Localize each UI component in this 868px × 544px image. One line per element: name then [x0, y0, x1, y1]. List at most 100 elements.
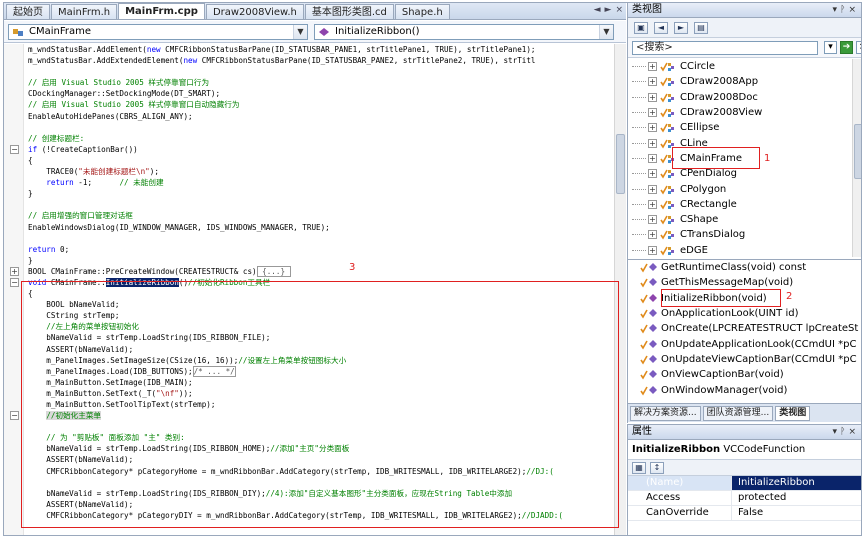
- expand-icon[interactable]: +: [648, 92, 657, 102]
- panel-tab-1[interactable]: 团队资源管理...: [702, 405, 774, 421]
- tree-item[interactable]: + eDGE: [628, 243, 852, 257]
- member-item[interactable]: GetRuntimeClass(void) const: [628, 260, 861, 275]
- code-token: //DJADD:(: [521, 510, 563, 520]
- scrollbar-thumb[interactable]: [616, 134, 625, 194]
- property-value[interactable]: protected: [732, 491, 786, 505]
- tree-item[interactable]: + CPenDialog: [628, 166, 852, 181]
- back-icon[interactable]: ◄: [654, 21, 668, 34]
- tab-5[interactable]: Shape.h: [394, 4, 450, 19]
- tab-navigation: ◄ ► ×: [594, 5, 623, 15]
- tab-0[interactable]: 起始页: [6, 4, 50, 19]
- alphabetical-icon[interactable]: ↕: [650, 461, 664, 474]
- expand-icon[interactable]: +: [648, 245, 657, 255]
- annotation-label-3: 3: [349, 262, 356, 273]
- member-item[interactable]: OnWindowManager(void): [628, 382, 861, 397]
- editor-vertical-scrollbar[interactable]: [614, 44, 626, 535]
- code-line: {: [28, 288, 614, 299]
- tree-item[interactable]: + CDraw2008App: [628, 74, 852, 89]
- tab-3[interactable]: Draw2008View.h: [205, 4, 304, 19]
- outline-collapse-icon[interactable]: −: [10, 278, 19, 287]
- expand-icon[interactable]: +: [648, 123, 657, 133]
- code-token: TRACE0(: [28, 167, 79, 177]
- member-item[interactable]: OnViewCaptionBar(void): [628, 367, 861, 382]
- tree-item[interactable]: + CMainFrame: [628, 151, 852, 166]
- categorized-icon[interactable]: ▦: [632, 461, 646, 474]
- tab-2[interactable]: MainFrm.cpp: [118, 3, 205, 19]
- code-line: bNameValid = strTemp.LoadString(IDS_RIBB…: [28, 488, 614, 499]
- member-item[interactable]: OnUpdateApplicationLook(CCmdUI *pC: [628, 336, 861, 351]
- tab-left-icon[interactable]: ◄: [594, 5, 601, 15]
- tree-item[interactable]: + CEllipse: [628, 120, 852, 135]
- outline-expand-icon[interactable]: +: [10, 267, 19, 276]
- forward-icon[interactable]: ►: [674, 21, 688, 34]
- tab-right-icon[interactable]: ►: [605, 5, 612, 15]
- member-item[interactable]: OnUpdateViewCaptionBar(CCmdUI *pC: [628, 352, 861, 367]
- code-token: }: [28, 189, 33, 199]
- clear-search-icon[interactable]: ×: [856, 41, 861, 54]
- expand-icon[interactable]: +: [648, 138, 657, 148]
- member-item[interactable]: OnCreate(LPCREATESTRUCT lpCreateSt: [628, 321, 861, 336]
- member-item-label: OnUpdateViewCaptionBar(CCmdUI *pC: [661, 353, 857, 365]
- property-row[interactable]: CanOverride False: [628, 506, 861, 521]
- tree-item-label: CMainFrame: [680, 152, 743, 164]
- pin-icon[interactable]: ▾: [833, 427, 841, 437]
- panel-tab-0[interactable]: 解决方案资源...: [630, 405, 701, 421]
- expand-icon[interactable]: +: [648, 77, 657, 87]
- scrollbar-thumb[interactable]: [854, 124, 861, 179]
- class-icon: [660, 229, 676, 240]
- class-view-search-input[interactable]: <搜索>: [632, 41, 818, 55]
- code-token: // 未能创建: [119, 178, 164, 188]
- chevron-down-icon[interactable]: ▼: [599, 25, 613, 39]
- panel-tab-2[interactable]: 类视图: [775, 405, 811, 421]
- class-combo[interactable]: CMainFrame ▼: [8, 24, 308, 40]
- member-item[interactable]: OnApplicationLook(UINT id): [628, 306, 861, 321]
- tree-item[interactable]: + CLine: [628, 135, 852, 150]
- chevron-down-icon[interactable]: ▼: [293, 25, 307, 39]
- class-icon: [13, 29, 23, 36]
- expand-icon[interactable]: +: [648, 108, 657, 118]
- expand-icon[interactable]: +: [648, 169, 657, 179]
- outline-collapse-icon[interactable]: −: [10, 145, 19, 154]
- close-icon[interactable]: ×: [848, 5, 859, 15]
- tree-item[interactable]: + CRectangle: [628, 197, 852, 212]
- search-go-icon[interactable]: ➔: [840, 41, 853, 54]
- class-icon: [660, 61, 676, 72]
- settings-icon[interactable]: ▤: [694, 21, 708, 34]
- tab-close-icon[interactable]: ×: [615, 5, 623, 15]
- properties-object-selector[interactable]: InitializeRibbon VCCodeFunction: [628, 440, 861, 460]
- tree-scrollbar[interactable]: [852, 59, 861, 257]
- tab-4[interactable]: 基本图形类图.cd: [304, 4, 394, 19]
- property-value[interactable]: False: [732, 506, 763, 520]
- code-editor: 起始页 MainFrm.h MainFrm.cpp Draw2008View.h 基本图…: [4, 3, 626, 535]
- tab-1[interactable]: MainFrm.h: [51, 4, 118, 19]
- member-combo[interactable]: InitializeRibbon() ▼: [314, 24, 614, 40]
- new-folder-icon[interactable]: ▣: [634, 21, 648, 34]
- expand-icon[interactable]: +: [648, 184, 657, 194]
- expand-icon[interactable]: +: [648, 230, 657, 240]
- pin-icon[interactable]: ▾: [833, 5, 841, 15]
- tree-item[interactable]: + CShape: [628, 212, 852, 227]
- member-item[interactable]: GetThisMessageMap(void): [628, 275, 861, 290]
- outline-collapse-icon[interactable]: −: [10, 411, 19, 420]
- expand-icon[interactable]: +: [648, 153, 657, 163]
- close-icon[interactable]: ×: [848, 427, 859, 437]
- tree-line: [632, 66, 646, 68]
- tree-item[interactable]: + CDraw2008Doc: [628, 90, 852, 105]
- expand-icon[interactable]: +: [648, 199, 657, 209]
- expand-icon[interactable]: +: [648, 62, 657, 72]
- method-icon: [640, 339, 658, 350]
- code-token: BOOL CMainFrame::PreCreateWindow(CREATES…: [28, 266, 257, 276]
- code-area[interactable]: m_wndStatusBar.AddElement(new CMFCRibbon…: [24, 44, 614, 535]
- member-item[interactable]: InitializeRibbon(void): [628, 291, 861, 306]
- property-row[interactable]: Access protected: [628, 491, 861, 506]
- property-value[interactable]: InitializeRibbon: [732, 476, 815, 490]
- tree-item[interactable]: + CCircle: [628, 59, 852, 74]
- tree-item[interactable]: + CTransDialog: [628, 227, 852, 242]
- tree-item[interactable]: + CPolygon: [628, 181, 852, 196]
- search-dropdown-icon[interactable]: ▾: [824, 41, 837, 54]
- property-row[interactable]: (Name) InitializeRibbon: [628, 476, 861, 491]
- tree-item[interactable]: + CDraw2008View: [628, 105, 852, 120]
- expand-icon[interactable]: +: [648, 215, 657, 225]
